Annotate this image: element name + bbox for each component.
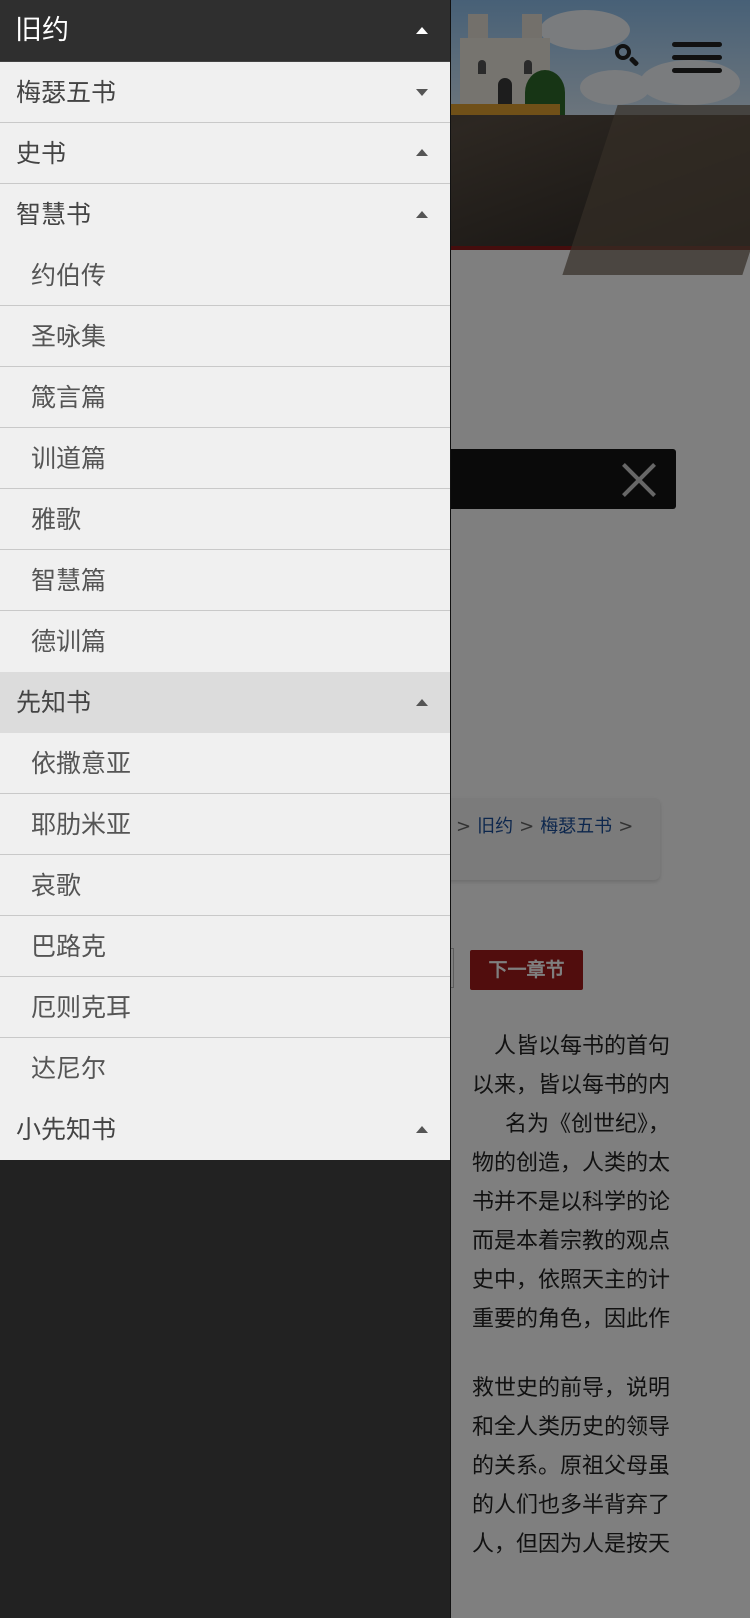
menu-item-isaiah[interactable]: 依撒意亚 xyxy=(0,733,450,794)
menu-item-sirach[interactable]: 德训篇 xyxy=(0,611,450,672)
section-label: 小先知书 xyxy=(16,1115,117,1144)
section-label: 梅瑟五书 xyxy=(16,78,117,107)
section-label: 先知书 xyxy=(16,688,92,717)
menu-item-baruch[interactable]: 巴路克 xyxy=(0,916,450,977)
caret-up-icon xyxy=(416,26,428,34)
menu-item-psalms[interactable]: 圣咏集 xyxy=(0,306,450,367)
menu-item-jeremiah[interactable]: 耶肋米亚 xyxy=(0,794,450,855)
section-minor-prophets[interactable]: 小先知书 xyxy=(0,1099,450,1160)
menu-item-song-of-songs[interactable]: 雅歌 xyxy=(0,489,450,550)
section-prophets[interactable]: 先知书 xyxy=(0,672,450,733)
menu-list: 梅瑟五书 史书 智慧书 约伯传 圣咏集 箴言篇 训道篇 雅歌 智慧篇 德训篇 先… xyxy=(0,62,450,1160)
drawer-title: 旧约 xyxy=(15,15,69,46)
section-pentateuch[interactable]: 梅瑟五书 xyxy=(0,62,450,123)
caret-up-icon xyxy=(416,1125,428,1133)
menu-item-lamentations[interactable]: 哀歌 xyxy=(0,855,450,916)
menu-item-daniel[interactable]: 达尼尔 xyxy=(0,1038,450,1099)
menu-item-proverbs[interactable]: 箴言篇 xyxy=(0,367,450,428)
caret-down-icon xyxy=(416,89,428,96)
navigation-drawer: 旧约 梅瑟五书 史书 智慧书 约伯传 圣咏集 箴言篇 训道篇 雅歌 智慧篇 德训… xyxy=(0,0,451,1618)
section-label: 史书 xyxy=(16,139,67,168)
caret-up-icon xyxy=(416,149,428,156)
caret-up-icon xyxy=(416,210,428,218)
menu-item-job[interactable]: 约伯传 xyxy=(0,245,450,306)
menu-item-ezekiel[interactable]: 厄则克耳 xyxy=(0,977,450,1038)
menu-item-ecclesiastes[interactable]: 训道篇 xyxy=(0,428,450,489)
caret-up-icon xyxy=(416,698,428,706)
section-history[interactable]: 史书 xyxy=(0,123,450,184)
section-wisdom[interactable]: 智慧书 xyxy=(0,184,450,245)
drawer-header-old-testament[interactable]: 旧约 xyxy=(0,0,450,62)
section-label: 智慧书 xyxy=(16,200,92,229)
menu-item-wisdom[interactable]: 智慧篇 xyxy=(0,550,450,611)
